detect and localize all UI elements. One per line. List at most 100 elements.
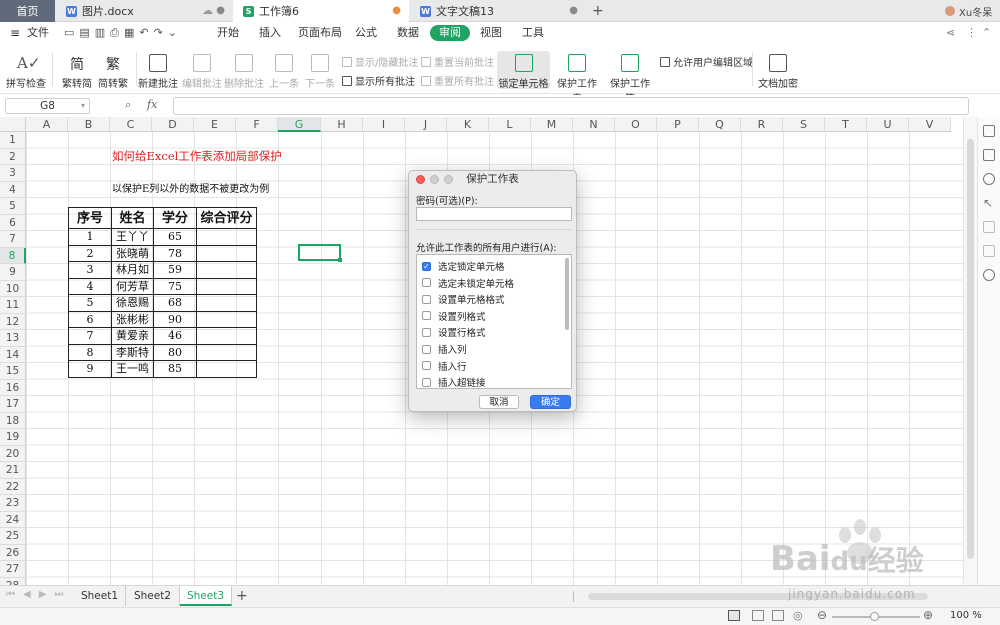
table-cell[interactable]: 9: [68, 360, 112, 378]
column-header-n[interactable]: N: [573, 117, 615, 132]
permission-option[interactable]: ✓ 选定锁定单元格: [422, 259, 505, 273]
column-header-p[interactable]: P: [657, 117, 699, 132]
sidebar-table-icon[interactable]: [983, 221, 995, 233]
column-header-v[interactable]: V: [909, 117, 951, 132]
row-header-2[interactable]: 2: [0, 148, 26, 165]
select-all-corner[interactable]: [0, 117, 26, 132]
zoom-slider[interactable]: [832, 612, 920, 621]
active-cell-g8[interactable]: [298, 244, 341, 261]
table-cell[interactable]: 黄爱亲: [111, 327, 154, 345]
table-header-cell[interactable]: 综合评分: [196, 207, 257, 229]
simplified-to-traditional-button[interactable]: 繁 简转繁: [96, 54, 130, 90]
tab-close-dot-icon[interactable]: ●: [216, 5, 225, 16]
new-tab-plus-icon[interactable]: +: [592, 0, 604, 22]
column-header-e[interactable]: E: [194, 117, 236, 132]
menu-data[interactable]: 数据: [397, 25, 419, 41]
table-cell[interactable]: 7: [68, 327, 112, 345]
tab-writer-doc[interactable]: W 文字文稿13 ●: [410, 0, 586, 22]
menu-insert[interactable]: 插入: [259, 25, 281, 41]
delete-comment-button[interactable]: 删除批注: [224, 54, 264, 90]
sheet-nav-arrows-icon[interactable]: ⏮◀▶⏭: [6, 589, 71, 600]
row-header-13[interactable]: 13: [0, 330, 26, 347]
traditional-to-simplified-button[interactable]: 简 繁转简: [60, 54, 94, 90]
menu-formula[interactable]: 公式: [355, 25, 377, 41]
encrypt-doc-button[interactable]: 文档加密: [758, 54, 798, 90]
collapse-ribbon-icon[interactable]: ⌃: [982, 25, 991, 41]
permission-option[interactable]: 选定未锁定单元格: [422, 276, 514, 290]
table-cell[interactable]: 46: [153, 327, 197, 345]
table-cell[interactable]: 王一鸣: [111, 360, 154, 378]
row-header-17[interactable]: 17: [0, 396, 26, 413]
user-account[interactable]: Xu冬呆: [945, 0, 992, 22]
table-cell[interactable]: 78: [153, 244, 197, 262]
show-all-comments-button[interactable]: 显示所有批注: [342, 73, 415, 88]
sheet-tab-sheet2[interactable]: Sheet2: [126, 586, 180, 606]
page-break-view-icon[interactable]: [772, 610, 784, 621]
row-header-5[interactable]: 5: [0, 198, 26, 215]
checkbox-icon[interactable]: [422, 327, 431, 337]
checkbox-icon[interactable]: [422, 278, 431, 288]
table-cell[interactable]: 85: [153, 360, 197, 378]
row-header-18[interactable]: 18: [0, 412, 26, 429]
row-header-9[interactable]: 9: [0, 264, 26, 281]
menu-start[interactable]: 开始: [217, 25, 239, 41]
row-header-23[interactable]: 23: [0, 495, 26, 512]
permission-option[interactable]: 插入列: [422, 342, 467, 356]
checkbox-icon[interactable]: [422, 377, 431, 387]
tab-workbook[interactable]: S 工作簿6 ●: [233, 0, 409, 22]
table-cell[interactable]: [196, 310, 257, 328]
name-box[interactable]: G8 ▾: [5, 98, 90, 114]
row-header-26[interactable]: 26: [0, 544, 26, 561]
column-header-a[interactable]: A: [26, 117, 68, 132]
column-header-d[interactable]: D: [152, 117, 194, 132]
share-icon[interactable]: ⋖: [946, 25, 955, 41]
permissions-list[interactable]: ✓ 选定锁定单元格 选定未锁定单元格 设置单元格格式 设置列格式 设置行格式 插入列 插入行插…: [416, 254, 572, 389]
table-header-cell[interactable]: 序号: [68, 207, 112, 229]
row-header-11[interactable]: 11: [0, 297, 26, 314]
table-cell[interactable]: 68: [153, 294, 197, 312]
column-header-b[interactable]: B: [68, 117, 110, 132]
table-cell[interactable]: 80: [153, 343, 197, 361]
permission-option[interactable]: 插入行: [422, 359, 467, 373]
prev-comment-button[interactable]: 上一条: [267, 54, 301, 90]
column-header-s[interactable]: S: [783, 117, 825, 132]
table-cell[interactable]: [196, 261, 257, 279]
column-header-c[interactable]: C: [110, 117, 152, 132]
row-header-3[interactable]: 3: [0, 165, 26, 182]
checkbox-icon[interactable]: [422, 344, 431, 354]
table-header-cell[interactable]: 姓名: [111, 207, 154, 229]
row-header-16[interactable]: 16: [0, 379, 26, 396]
row-header-7[interactable]: 7: [0, 231, 26, 248]
sidebar-shape-icon[interactable]: [983, 173, 995, 185]
row-header-6[interactable]: 6: [0, 214, 26, 231]
column-header-o[interactable]: O: [615, 117, 657, 132]
row-header-8[interactable]: 8: [0, 247, 26, 264]
menu-tools[interactable]: 工具: [522, 25, 544, 41]
ok-button[interactable]: 确定: [530, 395, 571, 409]
show-hide-comment-button[interactable]: 显示/隐藏批注: [342, 54, 418, 69]
lock-cells-button[interactable]: 锁定单元格: [497, 51, 550, 90]
password-field[interactable]: [416, 207, 572, 221]
column-header-u[interactable]: U: [867, 117, 909, 132]
table-cell[interactable]: 5: [68, 294, 112, 312]
column-header-h[interactable]: H: [321, 117, 363, 132]
spell-check-button[interactable]: A✓ 拼写检查: [6, 54, 46, 90]
sidebar-chart-icon[interactable]: [983, 245, 995, 257]
table-cell[interactable]: 65: [153, 228, 197, 246]
zoom-out-icon[interactable]: ⊖: [817, 608, 827, 622]
hamburger-icon[interactable]: ≡: [10, 25, 20, 41]
quick-access-icons[interactable]: ▭▤▥⎙▦↶↷⌄: [64, 25, 182, 41]
table-cell[interactable]: 张晓萌: [111, 244, 154, 262]
row-header-10[interactable]: 10: [0, 280, 26, 297]
zoom-slider-handle[interactable]: [870, 612, 879, 621]
row-header-4[interactable]: 4: [0, 181, 26, 198]
unsaved-dot-icon[interactable]: ●: [392, 5, 401, 16]
table-cell[interactable]: 1: [68, 228, 112, 246]
zoom-search-icon[interactable]: ⌕: [125, 98, 131, 112]
sidebar-history-icon[interactable]: [983, 269, 995, 281]
permission-option[interactable]: 设置行格式: [422, 325, 486, 339]
row-header-14[interactable]: 14: [0, 346, 26, 363]
column-header-l[interactable]: L: [489, 117, 531, 132]
table-cell[interactable]: 59: [153, 261, 197, 279]
allow-edit-ranges-button[interactable]: 允许用户编辑区域: [660, 54, 753, 69]
